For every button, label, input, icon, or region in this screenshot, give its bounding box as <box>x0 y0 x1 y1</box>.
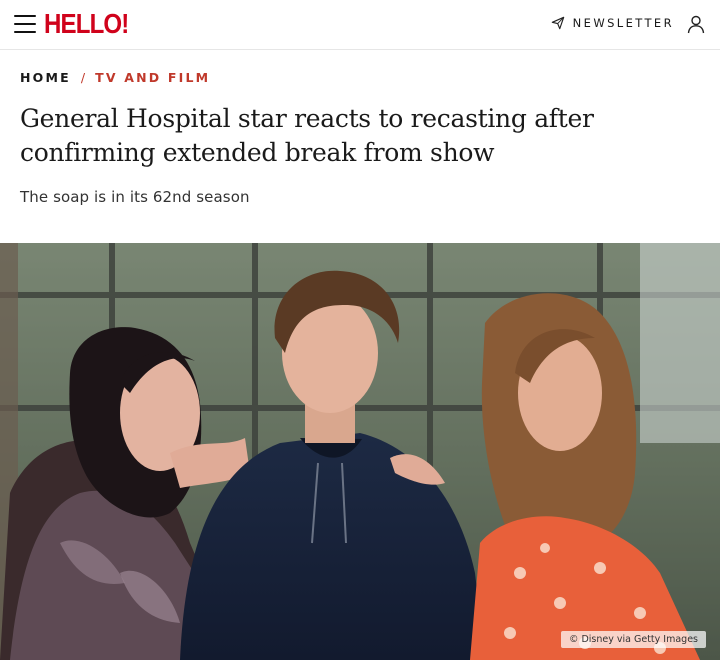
hero-image: © Disney via Getty Images <box>0 243 720 660</box>
article-standfirst: The soap is in its 62nd season <box>20 188 250 206</box>
newsletter-label: NEWSLETTER <box>572 16 674 30</box>
paper-plane-icon <box>551 16 564 30</box>
hamburger-menu-icon[interactable] <box>14 15 36 33</box>
newsletter-link[interactable]: NEWSLETTER <box>551 16 674 30</box>
image-credit: © Disney via Getty Images <box>560 631 706 648</box>
breadcrumb-separator: / <box>80 70 86 85</box>
hero-photo-illustration <box>0 243 720 660</box>
article-headline: General Hospital star reacts to recastin… <box>20 104 594 167</box>
user-icon[interactable] <box>686 14 706 34</box>
hello-logo[interactable]: HELLO! <box>44 9 129 39</box>
breadcrumb-section-link[interactable]: TV AND FILM <box>95 70 210 85</box>
breadcrumb-home-link[interactable]: HOME <box>20 70 71 85</box>
breadcrumb: HOME / TV AND FILM <box>20 70 210 85</box>
site-header: HELLO! NEWSLETTER <box>0 0 720 50</box>
